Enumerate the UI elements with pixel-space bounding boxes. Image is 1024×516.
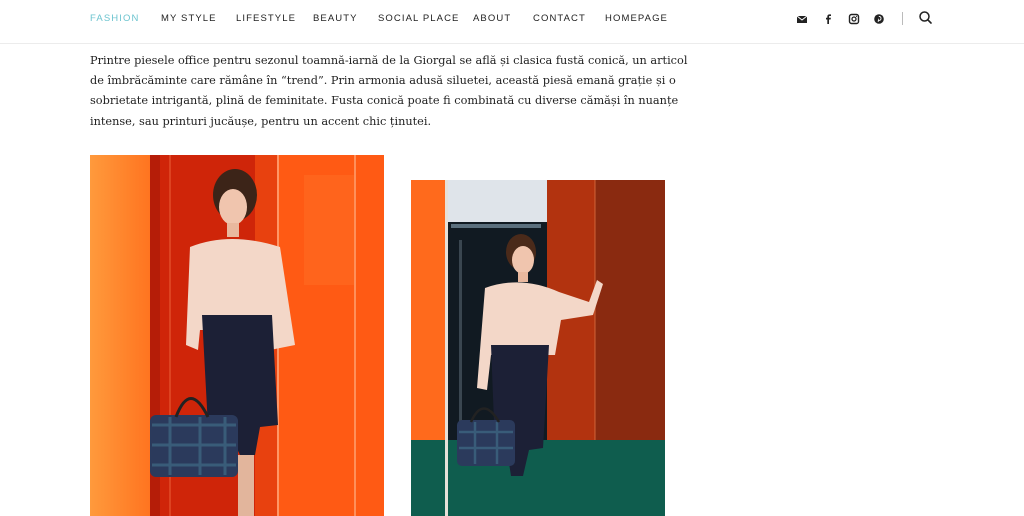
nav-item-fashion[interactable]: FASHION: [90, 13, 139, 24]
nav-item-my-style[interactable]: MY STYLE: [161, 13, 217, 24]
instagram-icon[interactable]: [848, 11, 862, 25]
email-icon[interactable]: [796, 11, 810, 25]
fashion-photo-2: [411, 180, 665, 516]
nav-item-homepage[interactable]: HOMEPAGE: [605, 13, 668, 24]
top-navigation: FASHION MY STYLE LIFESTYLE BEAUTY SOCIAL…: [0, 0, 1024, 44]
fashion-photo-1: [90, 155, 384, 516]
search-icon[interactable]: [918, 10, 932, 24]
nav-item-social-place[interactable]: SOCIAL PLACE: [378, 13, 460, 24]
article-paragraph: Printre piesele office pentru sezonul to…: [90, 54, 688, 128]
facebook-icon[interactable]: [823, 11, 837, 25]
nav-item-lifestyle[interactable]: LIFESTYLE: [236, 13, 296, 24]
nav-divider: [902, 12, 903, 25]
nav-item-about[interactable]: ABOUT: [473, 13, 511, 24]
nav-item-beauty[interactable]: BEAUTY: [313, 13, 358, 24]
pinterest-icon[interactable]: [873, 11, 887, 25]
nav-item-contact[interactable]: CONTACT: [533, 13, 586, 24]
